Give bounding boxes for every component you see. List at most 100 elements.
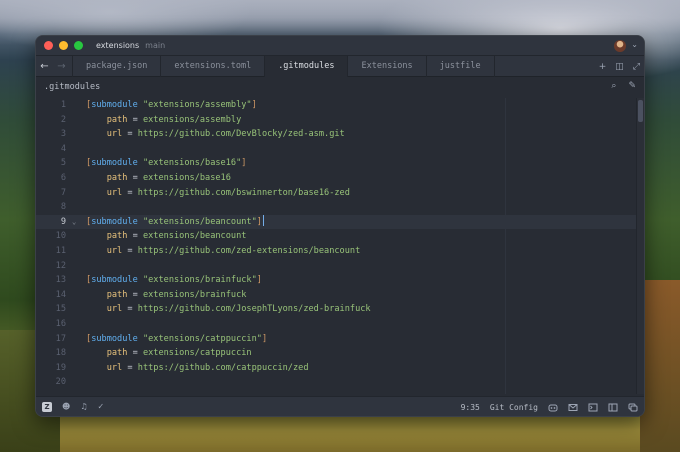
diagnostics-check-icon[interactable]: ✓: [98, 402, 105, 411]
copilot-icon[interactable]: [548, 403, 558, 412]
title-bar: extensions main ⌄: [36, 36, 644, 56]
tab-extensions[interactable]: Extensions: [347, 56, 425, 77]
search-icon[interactable]: ⌕: [611, 81, 616, 91]
code-text: path = extensions/beancount: [86, 229, 246, 244]
code-line[interactable]: 1[submodule "extensions/assembly"]: [36, 98, 644, 113]
code-text: url = https://github.com/DevBlocky/zed-a…: [86, 127, 345, 142]
code-line[interactable]: 19 url = https://github.com/catppuccin/z…: [36, 361, 644, 376]
mail-icon[interactable]: [568, 403, 578, 412]
line-number[interactable]: 17: [36, 332, 66, 347]
property-value: extensions/assembly: [143, 115, 241, 125]
editor-window: extensions main ⌄ ← → package.json exten…: [35, 35, 645, 417]
section-name: "extensions/beancount": [143, 217, 257, 227]
equals-sign: =: [127, 173, 143, 183]
code-line[interactable]: 6 path = extensions/base16: [36, 171, 644, 186]
code-line[interactable]: 10 path = extensions/beancount: [36, 229, 644, 244]
equals-sign: =: [127, 115, 143, 125]
zoom-window-button[interactable]: [74, 41, 83, 50]
line-number[interactable]: 3: [36, 127, 66, 142]
line-number[interactable]: 10: [36, 229, 66, 244]
code-line[interactable]: 3 url = https://github.com/DevBlocky/zed…: [36, 127, 644, 142]
line-number[interactable]: 1: [36, 98, 66, 113]
property-key: path: [107, 115, 128, 125]
breadcrumb-bar: .gitmodules ⌕ ✎: [36, 77, 644, 97]
line-number[interactable]: 18: [36, 346, 66, 361]
chat-icon[interactable]: [628, 403, 638, 412]
line-number[interactable]: 15: [36, 302, 66, 317]
bracket: ]: [252, 100, 257, 110]
code-line[interactable]: 8: [36, 200, 644, 215]
property-value: https://github.com/DevBlocky/zed-asm.git: [138, 129, 345, 139]
notifications-bell-icon[interactable]: ♫: [80, 402, 87, 411]
line-number[interactable]: 14: [36, 288, 66, 303]
code-text: url = https://github.com/JosephTLyons/ze…: [86, 302, 371, 317]
equals-sign: =: [127, 290, 143, 300]
back-arrow-icon[interactable]: ←: [36, 56, 53, 76]
plus-icon[interactable]: +: [599, 62, 607, 72]
fold-chevron-icon[interactable]: ⌄: [72, 215, 76, 230]
code-line[interactable]: 5[submodule "extensions/base16"]: [36, 156, 644, 171]
forward-arrow-icon[interactable]: →: [53, 56, 70, 76]
project-name[interactable]: extensions: [96, 41, 139, 50]
section-keyword: submodule: [91, 334, 138, 344]
code-line[interactable]: 16: [36, 317, 644, 332]
chevron-down-icon[interactable]: ⌄: [631, 40, 638, 49]
line-number[interactable]: 7: [36, 186, 66, 201]
line-number[interactable]: 20: [36, 375, 66, 390]
section-name: "extensions/catppuccin": [143, 334, 262, 344]
tab-package-json[interactable]: package.json: [72, 56, 160, 77]
code-line[interactable]: 20: [36, 375, 644, 390]
bracket: ]: [257, 275, 262, 285]
zed-logo-icon[interactable]: Z: [42, 402, 52, 412]
code-line[interactable]: 13 [submodule "extensions/brainfuck"]: [36, 273, 644, 288]
property-value: https://github.com/catppuccin/zed: [138, 363, 309, 373]
tab-extensions-toml[interactable]: extensions.toml: [160, 56, 264, 77]
branch-name[interactable]: main: [145, 41, 165, 50]
line-number[interactable]: 4: [36, 142, 66, 157]
line-number[interactable]: 12: [36, 259, 66, 274]
line-number[interactable]: 19: [36, 361, 66, 376]
code-text: [submodule "extensions/beancount"]: [86, 215, 264, 230]
property-value: https://github.com/bswinnerton/base16-ze…: [138, 188, 350, 198]
expand-icon[interactable]: ⤢: [633, 62, 640, 72]
code-line[interactable]: 17[submodule "extensions/catppuccin"]: [36, 332, 644, 347]
code-text: [submodule "extensions/brainfuck"]: [86, 273, 262, 288]
split-pane-icon[interactable]: ◫: [615, 62, 624, 72]
minimize-window-button[interactable]: [59, 41, 68, 50]
code-text: url = https://github.com/zed-extensions/…: [86, 244, 360, 259]
code-line[interactable]: 18 path = extensions/catppuccin: [36, 346, 644, 361]
assistant-icon[interactable]: ✎: [628, 81, 636, 91]
terminal-icon[interactable]: [588, 403, 598, 412]
line-number[interactable]: 11: [36, 244, 66, 259]
code-line[interactable]: 15 url = https://github.com/JosephTLyons…: [36, 302, 644, 317]
code-line[interactable]: 12: [36, 259, 644, 274]
tab-justfile[interactable]: justfile: [426, 56, 495, 77]
line-number[interactable]: 16: [36, 317, 66, 332]
property-key: path: [107, 173, 128, 183]
editor-scrollbar[interactable]: [636, 98, 644, 394]
line-number[interactable]: 8: [36, 200, 66, 215]
outline-panel-icon[interactable]: [608, 403, 618, 412]
line-number[interactable]: 2: [36, 113, 66, 128]
line-number[interactable]: 9: [36, 215, 66, 230]
line-number[interactable]: 13: [36, 273, 66, 288]
tab-gitmodules[interactable]: .gitmodules: [264, 56, 347, 77]
user-avatar[interactable]: [614, 40, 626, 52]
collaborators-icon[interactable]: ☻: [62, 402, 70, 411]
line-number[interactable]: 6: [36, 171, 66, 186]
code-line[interactable]: 7 url = https://github.com/bswinnerton/b…: [36, 186, 644, 201]
code-line[interactable]: 9 ⌄ [submodule "extensions/beancount"]: [36, 215, 644, 230]
code-editor[interactable]: 1[submodule "extensions/assembly"]2 path…: [36, 98, 644, 394]
code-line[interactable]: 11 url = https://github.com/zed-extensio…: [36, 244, 644, 259]
code-line[interactable]: 4: [36, 142, 644, 157]
close-window-button[interactable]: [44, 41, 53, 50]
code-text: path = extensions/assembly: [86, 113, 241, 128]
scrollbar-thumb[interactable]: [638, 100, 643, 122]
language-selector[interactable]: Git Config: [490, 403, 538, 412]
code-line[interactable]: 2 path = extensions/assembly: [36, 113, 644, 128]
code-line[interactable]: 14 path = extensions/brainfuck: [36, 288, 644, 303]
line-number[interactable]: 5: [36, 156, 66, 171]
breadcrumb[interactable]: .gitmodules: [44, 82, 100, 92]
section-keyword: submodule: [91, 217, 138, 227]
cursor-position[interactable]: 9:35: [461, 403, 480, 412]
